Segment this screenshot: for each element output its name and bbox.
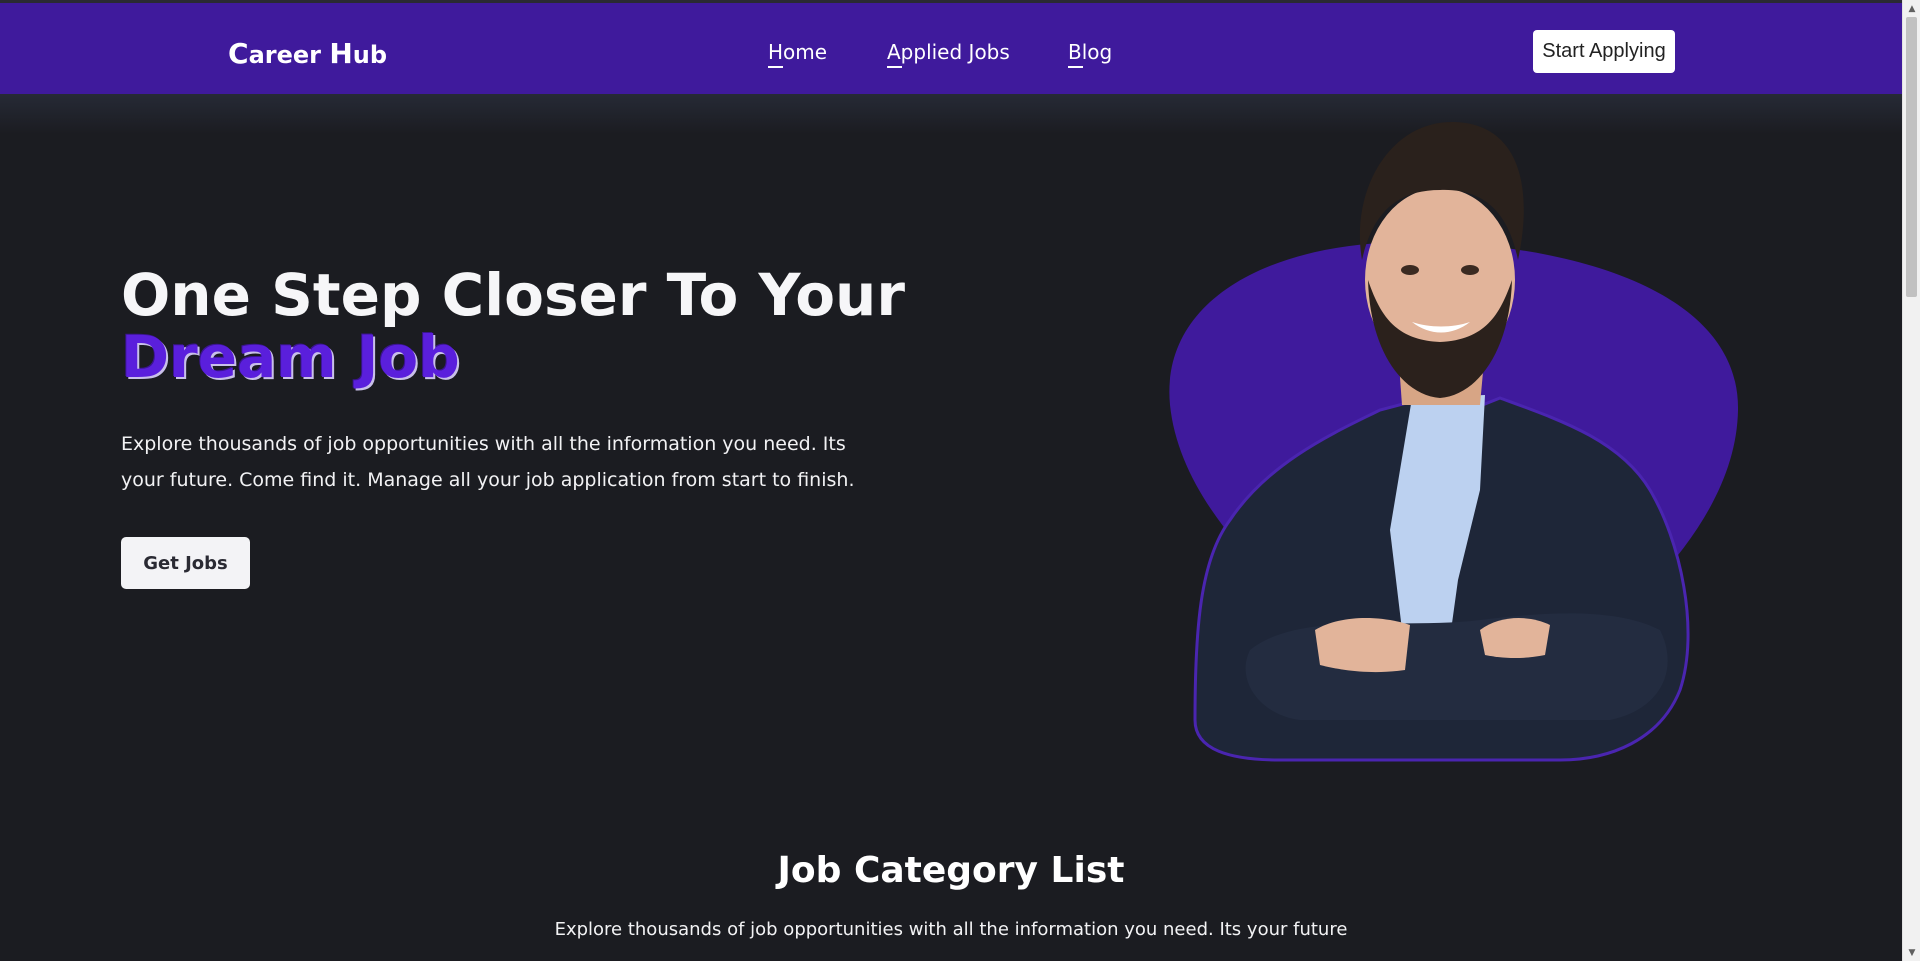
hero-description: Explore thousands of job opportunities w… bbox=[121, 433, 855, 491]
get-jobs-button[interactable]: Get Jobs bbox=[121, 537, 250, 589]
nav-underline bbox=[887, 66, 902, 68]
hero-person-illustration bbox=[1169, 121, 1739, 762]
nav-underline bbox=[768, 66, 783, 68]
nav-link-home-label: Home bbox=[768, 40, 828, 64]
nav-link-blog[interactable]: Blog bbox=[1068, 40, 1113, 68]
scroll-thumb[interactable] bbox=[1906, 17, 1917, 297]
hero-title-accent: Dream Job bbox=[121, 323, 460, 391]
page: Career Hub Home Applied Jobs Blog Start … bbox=[0, 0, 1920, 961]
scroll-down-arrow-icon[interactable]: ▼ bbox=[1903, 944, 1920, 961]
brand-logo[interactable]: Career Hub bbox=[228, 37, 387, 70]
brand-initial-h: H bbox=[329, 37, 353, 70]
vertical-scrollbar[interactable]: ▲ ▼ bbox=[1902, 0, 1920, 961]
nav-link-applied-jobs[interactable]: Applied Jobs bbox=[887, 40, 1010, 68]
scroll-up-arrow-icon[interactable]: ▲ bbox=[1903, 0, 1920, 17]
hero-title: One Step Closer To Your Dream Job bbox=[121, 264, 1021, 388]
navbar: Career Hub Home Applied Jobs Blog Start … bbox=[0, 0, 1902, 94]
person-arms bbox=[1245, 613, 1668, 720]
nav-link-home[interactable]: Home bbox=[768, 40, 828, 68]
brand-text-hub: ub bbox=[352, 41, 388, 69]
nav-link-applied-jobs-label: Applied Jobs bbox=[887, 40, 1010, 64]
brand-initial-c: C bbox=[228, 37, 249, 70]
nav-link-blog-label: Blog bbox=[1068, 40, 1113, 64]
brand-text-career: areer bbox=[248, 41, 321, 69]
start-applying-button[interactable]: Start Applying bbox=[1533, 30, 1675, 73]
hero-title-plain: One Step Closer To Your bbox=[121, 261, 905, 329]
nav-underline bbox=[1068, 66, 1083, 68]
section-description: Explore thousands of job opportunities w… bbox=[554, 919, 1348, 940]
section-title: Job Category List bbox=[777, 850, 1125, 891]
